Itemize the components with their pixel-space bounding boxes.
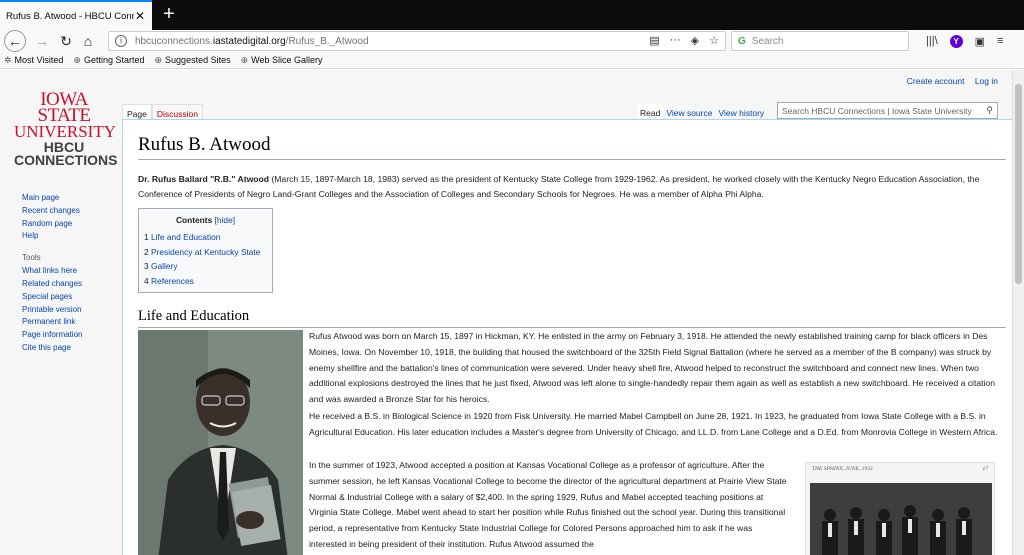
site-logo[interactable]: IOWA STATE UNIVERSITY HBCU CONNECTIONS — [14, 89, 118, 168]
paragraph: He received a B.S. in Biological Science… — [309, 411, 998, 437]
globe-icon: ⊕ — [154, 54, 163, 65]
pocket-icon[interactable]: ◈ — [691, 34, 699, 47]
browser-tab[interactable]: Rufus B. Atwood - HBCU Connectio ✕ — [0, 0, 152, 30]
toc-item[interactable]: 1 Life and Education — [144, 230, 267, 245]
sidebar-item-recent-changes[interactable]: Recent changes — [22, 205, 82, 218]
browser-search-bar[interactable]: G Search — [731, 31, 909, 51]
wiki-search-input[interactable]: Search HBCU Connections | Iowa State Uni… — [777, 102, 998, 119]
table-of-contents: Contents [hide] 1 Life and Education 2 P… — [138, 208, 273, 293]
url-prefix: hbcuconnections. — [135, 35, 213, 47]
globe-icon: ⊕ — [73, 54, 81, 65]
toc-item[interactable]: 4 References — [144, 274, 267, 289]
main-content: Rufus B. Atwood Dr. Rufus Ballard "R.B."… — [122, 119, 1012, 555]
sidebar-item-page-information[interactable]: Page information — [22, 329, 82, 342]
reader-view-icon[interactable]: ▤ — [649, 34, 659, 47]
sidebar-item-random-page[interactable]: Random page — [22, 218, 82, 231]
url-bar[interactable]: i hbcuconnections. iastatedigital.org/Ruf… — [108, 31, 726, 51]
tab-view-history[interactable]: View history — [718, 108, 764, 118]
create-account-link[interactable]: Create account — [907, 76, 965, 86]
bookmark-getting-started[interactable]: ⊕ Getting Started — [73, 55, 144, 66]
bookmark-suggested-sites[interactable]: ⊕ Suggested Sites — [155, 55, 231, 66]
search-engine-icon[interactable]: G — [738, 36, 746, 47]
menu-icon[interactable]: ≡ — [997, 35, 1003, 47]
sidebar-item-special-pages[interactable]: Special pages — [22, 291, 82, 304]
logo-line4: CONNECTIONS — [14, 152, 118, 168]
lead-paragraph: Dr. Rufus Ballard "R.B." Atwood (March 1… — [138, 172, 998, 202]
globe-icon: ⊕ — [240, 54, 249, 65]
sidebar-item-help[interactable]: Help — [22, 230, 82, 243]
sidebar-item-permanent-link[interactable]: Permanent link — [22, 316, 82, 329]
page-scrollbar[interactable] — [1012, 70, 1024, 555]
paragraph: Rufus Atwood was born on March 15, 1897 … — [309, 331, 995, 405]
browser-search-placeholder: Search — [751, 35, 784, 47]
clipping-page-number: 17 — [982, 466, 989, 472]
new-tab-button[interactable]: + — [156, 2, 182, 28]
sidebar-item-cite-this-page[interactable]: Cite this page — [22, 342, 82, 355]
sidebar-item-main-page[interactable]: Main page — [22, 192, 82, 205]
library-icon[interactable]: |||\ — [926, 35, 938, 47]
newspaper-clipping-image[interactable]: THE SPHINX, JUNE, 1933 17 — [805, 462, 995, 555]
bookmarks-toolbar: ✲ Most Visited ⊕ Getting Started ⊕ Suggeste… — [0, 52, 1024, 69]
yahoo-icon[interactable]: Y — [949, 34, 963, 48]
reload-icon: ↻ — [60, 32, 72, 49]
search-icon[interactable]: ⚲ — [986, 105, 993, 116]
scrollbar-thumb[interactable] — [1015, 84, 1022, 284]
clipping-caption: THE SPHINX, JUNE, 1933 — [812, 466, 873, 472]
portrait-photo[interactable] — [138, 330, 303, 555]
toc-item[interactable]: 2 Presidency at Kentucky State — [144, 245, 267, 260]
nav-bar: ← → ↻ ⌂ i hbcuconnections. iastatedigital… — [0, 30, 1024, 52]
close-tab-icon[interactable]: ✕ — [134, 9, 146, 23]
gear-icon: ✲ — [4, 54, 12, 65]
bookmark-web-slice-gallery[interactable]: ⊕ Web Slice Gallery — [241, 55, 323, 66]
tab-view-source[interactable]: View source — [666, 108, 712, 118]
bookmark-star-icon[interactable]: ☆ — [709, 34, 719, 47]
sidebar-icon[interactable]: ▣ — [975, 35, 985, 48]
sidebar-item-what-links-here[interactable]: What links here — [22, 265, 82, 278]
logo-line1: IOWA STATE — [37, 89, 91, 126]
lead-bold: Dr. Rufus Ballard "R.B." Atwood — [138, 174, 270, 184]
url-path: /Rufus_B._Atwood — [285, 35, 369, 47]
home-icon: ⌂ — [83, 33, 93, 49]
wiki-search-placeholder: Search HBCU Connections | Iowa State Uni… — [782, 106, 972, 116]
bookmark-most-visited[interactable]: ✲ Most Visited — [4, 55, 63, 66]
arrow-left-icon: ← — [8, 33, 22, 49]
arrow-right-icon: → — [35, 33, 49, 49]
sidebar-item-related-changes[interactable]: Related changes — [22, 278, 82, 291]
section-heading: Life and Education — [138, 308, 1006, 328]
sidebar-item-printable-version[interactable]: Printable version — [22, 304, 82, 317]
toc-item[interactable]: 3 Gallery — [144, 259, 267, 274]
home-button[interactable]: ⌂ — [78, 30, 98, 52]
toc-hide-link[interactable]: [hide] — [215, 215, 236, 225]
page-actions-icon[interactable]: ··· — [670, 34, 681, 47]
personal-tools: Create account Log in — [899, 76, 998, 86]
login-link[interactable]: Log in — [975, 76, 998, 86]
sidebar: Main page Recent changes Random page Hel… — [22, 192, 82, 355]
logo-line2: UNIVERSITY — [14, 122, 116, 141]
sidebar-tools-header: Tools — [22, 253, 41, 263]
info-icon[interactable]: i — [115, 35, 127, 47]
page-title: Rufus B. Atwood — [138, 134, 1006, 160]
wiki-page: IOWA STATE UNIVERSITY HBCU CONNECTIONS M… — [0, 70, 1012, 555]
url-host: iastatedigital.org — [212, 35, 286, 47]
paragraph: In the summer of 1923, Atwood accepted a… — [309, 460, 787, 549]
group-photo-illustration — [810, 483, 992, 555]
reload-button[interactable]: ↻ — [56, 30, 76, 52]
portrait-illustration — [138, 330, 303, 555]
forward-button[interactable]: → — [32, 30, 52, 52]
tab-title: Rufus B. Atwood - HBCU Connectio — [6, 10, 134, 22]
toc-title: Contents — [175, 215, 213, 225]
back-button[interactable]: ← — [4, 30, 26, 52]
tab-bar: Rufus B. Atwood - HBCU Connectio ✕ + — [0, 0, 1024, 30]
